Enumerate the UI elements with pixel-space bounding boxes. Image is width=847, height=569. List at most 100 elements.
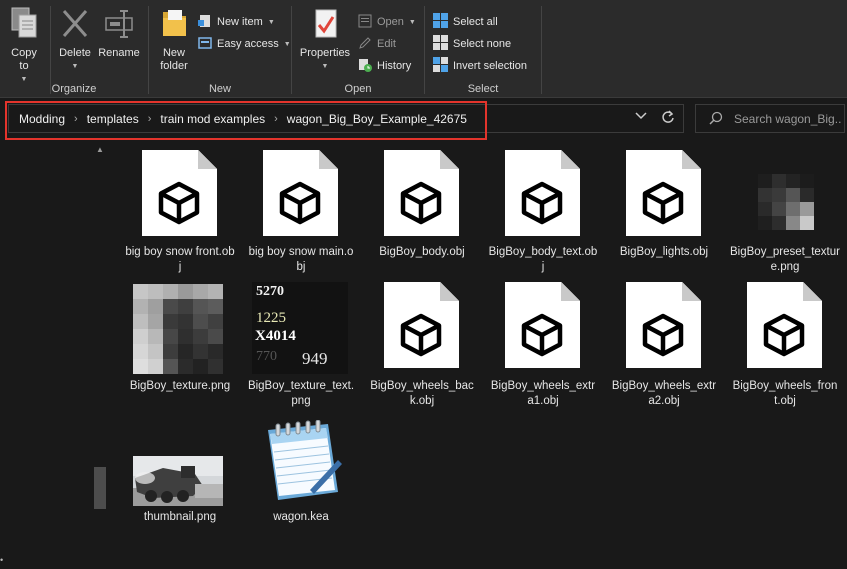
new-group-label: New: [208, 83, 231, 95]
obj-file-icon: [624, 150, 703, 236]
chevron-down-icon: ▼: [321, 63, 329, 70]
image-thumbnail: 5270 1225 X4014 770 949: [252, 282, 348, 374]
rename-label: Rename: [98, 47, 140, 59]
properties-label: Properties: [299, 47, 351, 59]
file-item[interactable]: BigBoy_wheels_extra2.obj: [609, 280, 719, 410]
invert-selection-button[interactable]: Invert selection: [433, 56, 527, 76]
open-icon: [358, 14, 372, 31]
folder-icon: [153, 6, 195, 44]
select-none-button[interactable]: Select none: [433, 34, 511, 54]
image-thumbnail: [133, 284, 223, 374]
properties-button[interactable]: Properties ▼: [296, 6, 354, 73]
file-item[interactable]: BigBoy_wheels_extra1.obj: [488, 280, 598, 410]
file-item[interactable]: 5270 1225 X4014 770 949 BigBoy_texture_t…: [246, 280, 356, 410]
file-item[interactable]: BigBoy_body_text.obj: [488, 142, 598, 278]
edit-icon: [358, 36, 372, 53]
copy-to-label: Copy to: [11, 47, 37, 72]
file-name: BigBoy_wheels_back.obj: [370, 380, 474, 407]
file-item[interactable]: BigBoy_wheels_front.obj: [730, 280, 840, 410]
file-name: BigBoy_body_text.obj: [488, 246, 598, 273]
rename-icon: [96, 6, 142, 44]
easy-access-button[interactable]: Easy access ▼: [198, 34, 291, 54]
select-all-label: Select all: [453, 16, 498, 28]
delete-button[interactable]: Delete ▼: [54, 6, 96, 73]
select-group: Select all Select none Invert selection …: [425, 0, 541, 98]
open-group-label: Open: [344, 83, 372, 95]
new-folder-button[interactable]: New folder: [153, 6, 195, 73]
select-group-label: Select: [467, 83, 499, 95]
new-item-button[interactable]: New item ▼: [198, 12, 275, 32]
file-name: BigBoy_lights.obj: [619, 246, 709, 258]
address-history-dropdown-icon[interactable]: [635, 112, 647, 123]
organize-group: Copy to ▼ Delete ▼ Rename Organize: [0, 0, 148, 98]
nav-expand-marker-icon[interactable]: •: [0, 555, 3, 565]
rename-button[interactable]: Rename: [96, 6, 142, 60]
delete-x-icon: [54, 6, 96, 44]
divider: [50, 6, 51, 94]
obj-file-icon: [503, 150, 582, 236]
file-name: BigBoy_wheels_extra1.obj: [490, 380, 596, 407]
file-item[interactable]: big boy snow main.obj: [246, 142, 356, 278]
ribbon: Copy to ▼ Delete ▼ Rename Organize New f…: [0, 0, 847, 98]
select-all-icon: [433, 13, 448, 31]
edit-label: Edit: [377, 38, 396, 50]
file-name: big boy snow main.obj: [248, 246, 354, 273]
open-group: Properties ▼ Open ▼ Edit History Open: [292, 0, 424, 98]
thumb-text: 5270: [256, 284, 284, 299]
obj-file-icon: [261, 150, 340, 236]
file-item[interactable]: big boy snow front.obj: [125, 142, 235, 278]
new-item-label: New item: [217, 16, 263, 28]
file-list: big boy snow front.obj big boy snow main…: [110, 142, 847, 569]
image-thumbnail: [133, 456, 223, 506]
file-name: wagon.kea: [273, 511, 329, 523]
chevron-down-icon: ▼: [283, 40, 291, 48]
obj-file-icon: [745, 282, 824, 368]
new-item-icon: [198, 14, 212, 31]
refresh-icon[interactable]: [661, 110, 675, 127]
search-input[interactable]: [734, 110, 842, 128]
invert-selection-icon: [433, 57, 448, 75]
notepad-icon: [262, 419, 342, 506]
file-item[interactable]: BigBoy_texture.png: [125, 280, 235, 410]
file-item[interactable]: BigBoy_preset_texture.png: [730, 142, 840, 278]
nav-scrollbar[interactable]: ▲: [92, 142, 108, 569]
history-button[interactable]: History: [358, 56, 411, 76]
search-box[interactable]: [695, 104, 845, 133]
file-name: big boy snow front.obj: [125, 246, 235, 273]
select-all-button[interactable]: Select all: [433, 12, 498, 32]
invert-selection-label: Invert selection: [453, 60, 527, 72]
copy-to-button[interactable]: Copy to ▼: [4, 6, 44, 86]
open-label: Open: [377, 16, 404, 28]
search-icon: [709, 111, 723, 128]
chevron-down-icon: ▼: [408, 18, 416, 26]
file-item[interactable]: BigBoy_wheels_back.obj: [367, 280, 477, 410]
file-name: BigBoy_preset_texture.png: [730, 246, 840, 273]
divider: [541, 6, 542, 94]
obj-file-icon: [382, 150, 461, 236]
copy-icon: [4, 6, 44, 44]
scroll-thumb[interactable]: [94, 467, 106, 509]
new-folder-label: New folder: [160, 47, 188, 72]
thumb-text: X4014: [255, 328, 296, 344]
history-label: History: [377, 60, 412, 72]
edit-button[interactable]: Edit: [358, 34, 396, 54]
file-name: BigBoy_body.obj: [379, 246, 465, 258]
thumb-text: 1225: [256, 310, 286, 326]
file-name: BigBoy_texture.png: [129, 380, 231, 392]
file-name: BigBoy_texture_text.png: [247, 380, 355, 407]
easy-access-label: Easy access: [217, 38, 279, 50]
file-item[interactable]: BigBoy_body.obj: [367, 142, 477, 278]
select-none-icon: [433, 35, 448, 53]
open-button[interactable]: Open ▼: [358, 12, 416, 32]
file-item[interactable]: wagon.kea: [246, 414, 356, 529]
easy-access-icon: [198, 36, 212, 53]
file-item[interactable]: BigBoy_lights.obj: [609, 142, 719, 278]
file-name: thumbnail.png: [143, 511, 217, 523]
obj-file-icon: [140, 150, 219, 236]
obj-file-icon: [503, 282, 582, 368]
new-group: New folder New item ▼ Easy access ▼ New: [149, 0, 291, 98]
scroll-up-icon[interactable]: ▲: [96, 145, 104, 154]
file-item[interactable]: thumbnail.png: [125, 414, 235, 529]
delete-label: Delete: [59, 47, 91, 59]
obj-file-icon: [382, 282, 461, 368]
